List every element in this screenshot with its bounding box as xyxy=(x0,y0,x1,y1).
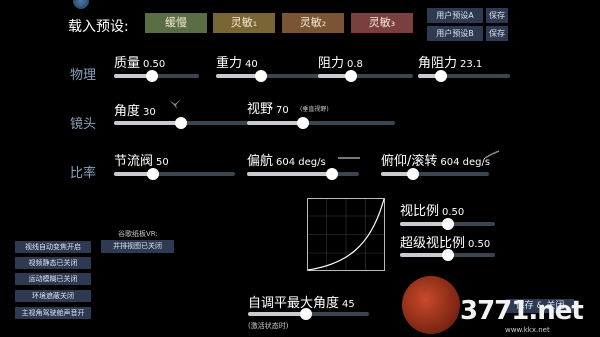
user-preset-b-button[interactable]: 用户预设B xyxy=(427,26,483,41)
throttle-value: 50 xyxy=(156,157,169,168)
user-preset-a-button[interactable]: 用户预设A xyxy=(427,8,483,23)
throttle-label: 节流阀 50 xyxy=(114,154,169,169)
mass-slider-knob[interactable] xyxy=(146,70,159,82)
yaw-value: 604 deg/s xyxy=(276,157,326,168)
logo-icon xyxy=(73,0,89,9)
fov-slider[interactable] xyxy=(247,117,395,129)
super-view-ratio-value: 0.50 xyxy=(468,239,491,250)
pitch-roll-icon xyxy=(484,150,500,159)
throttle-slider[interactable] xyxy=(114,168,235,180)
preset-sensitive-1-button[interactable]: 灵敏₁ xyxy=(213,13,275,33)
vr-title: 谷歌纸板VR: xyxy=(118,230,158,238)
gravity-slider-knob[interactable] xyxy=(255,70,268,82)
gravity-slider[interactable] xyxy=(216,70,329,82)
rate-curve-graph xyxy=(307,198,385,271)
auto-level-slider[interactable] xyxy=(248,308,369,320)
angle-slider[interactable] xyxy=(114,117,248,129)
drone-angle-icon xyxy=(169,99,181,109)
angle-value: 30 xyxy=(143,107,156,118)
angular-drag-value: 23.1 xyxy=(460,59,483,70)
fov-note: (垂直视野) xyxy=(300,106,329,113)
fov-value: 70 xyxy=(276,105,289,116)
pitch-roll-value: 604 deg/s xyxy=(440,157,491,168)
cockpit-sound-toggle[interactable]: 主视角驾驶舱声音开 xyxy=(15,307,91,319)
drag-slider[interactable] xyxy=(318,70,413,82)
gravity-value: 40 xyxy=(245,59,258,70)
drag-slider-knob[interactable] xyxy=(345,70,358,82)
auto-zoom-toggle[interactable]: 视线自动变焦开启 xyxy=(15,241,91,253)
yaw-label: 偏航 604 deg/s xyxy=(247,154,326,169)
super-view-ratio-slider-knob[interactable] xyxy=(441,249,454,261)
super-view-ratio-label: 超级视比例 0.50 xyxy=(400,236,491,251)
gravity-label: 重力 40 xyxy=(216,56,258,71)
throttle-slider-knob[interactable] xyxy=(146,168,159,180)
vr-side-by-side-button[interactable]: 并排视图已关闭 xyxy=(101,240,174,253)
auto-level-label: 自调平最大角度 45 xyxy=(248,296,355,311)
section-ratio-label: 比率 xyxy=(70,166,97,181)
auto-level-slider-knob[interactable] xyxy=(300,308,313,320)
video-static-toggle[interactable]: 视频静态已关闭 xyxy=(15,257,91,269)
yaw-slider-knob[interactable] xyxy=(326,168,339,180)
yaw-slider[interactable] xyxy=(247,168,359,180)
motion-blur-toggle[interactable]: 运动模糊已关闭 xyxy=(15,273,91,285)
watermark-text: 3771.net xyxy=(460,296,584,326)
mass-value: 0.50 xyxy=(143,59,166,70)
preset-sensitive-2-button[interactable]: 灵敏₂ xyxy=(282,13,344,33)
preset-slow-button[interactable]: 缓慢 xyxy=(145,13,207,33)
view-ratio-slider-knob[interactable] xyxy=(441,218,454,230)
yaw-icon xyxy=(338,157,360,159)
preset-title: 载入预设: xyxy=(68,19,129,35)
view-ratio-value: 0.50 xyxy=(442,207,465,218)
angle-label: 角度 30 xyxy=(114,104,156,119)
angular-drag-slider[interactable] xyxy=(418,70,510,82)
pitch-roll-slider-knob[interactable] xyxy=(407,168,420,180)
pitch-roll-label: 俯仰/滚转 604 deg/s xyxy=(381,154,491,169)
watermark-logo xyxy=(402,276,460,334)
mass-label: 质量 0.50 xyxy=(114,56,166,71)
angle-slider-knob[interactable] xyxy=(175,117,187,129)
fov-label: 视野 70 xyxy=(247,102,289,117)
angular-drag-slider-knob[interactable] xyxy=(435,70,447,82)
drag-value: 0.8 xyxy=(347,59,363,70)
auto-level-value: 45 xyxy=(342,299,355,310)
preset-sensitive-3-button[interactable]: 灵敏₃ xyxy=(351,13,413,33)
ambient-occlusion-toggle[interactable]: 环境遮蔽关闭 xyxy=(15,290,91,302)
pitch-roll-slider[interactable] xyxy=(381,168,489,180)
section-camera-label: 镜头 xyxy=(70,117,97,132)
save-preset-b-button[interactable]: 保存 xyxy=(486,26,508,41)
mass-slider[interactable] xyxy=(114,70,199,82)
save-preset-a-button[interactable]: 保存 xyxy=(486,8,508,23)
section-physics-label: 物理 xyxy=(70,68,97,83)
drag-label: 阻力 0.8 xyxy=(318,56,363,71)
view-ratio-label: 视比例 0.50 xyxy=(400,204,465,219)
angular-drag-label: 角阻力 23.1 xyxy=(418,56,483,71)
view-ratio-slider[interactable] xyxy=(400,218,495,230)
super-view-ratio-slider[interactable] xyxy=(400,249,495,261)
fov-slider-knob[interactable] xyxy=(297,117,310,129)
auto-level-note: (激活状态时) xyxy=(248,322,289,330)
watermark-url: www.kkx.net xyxy=(505,326,550,334)
